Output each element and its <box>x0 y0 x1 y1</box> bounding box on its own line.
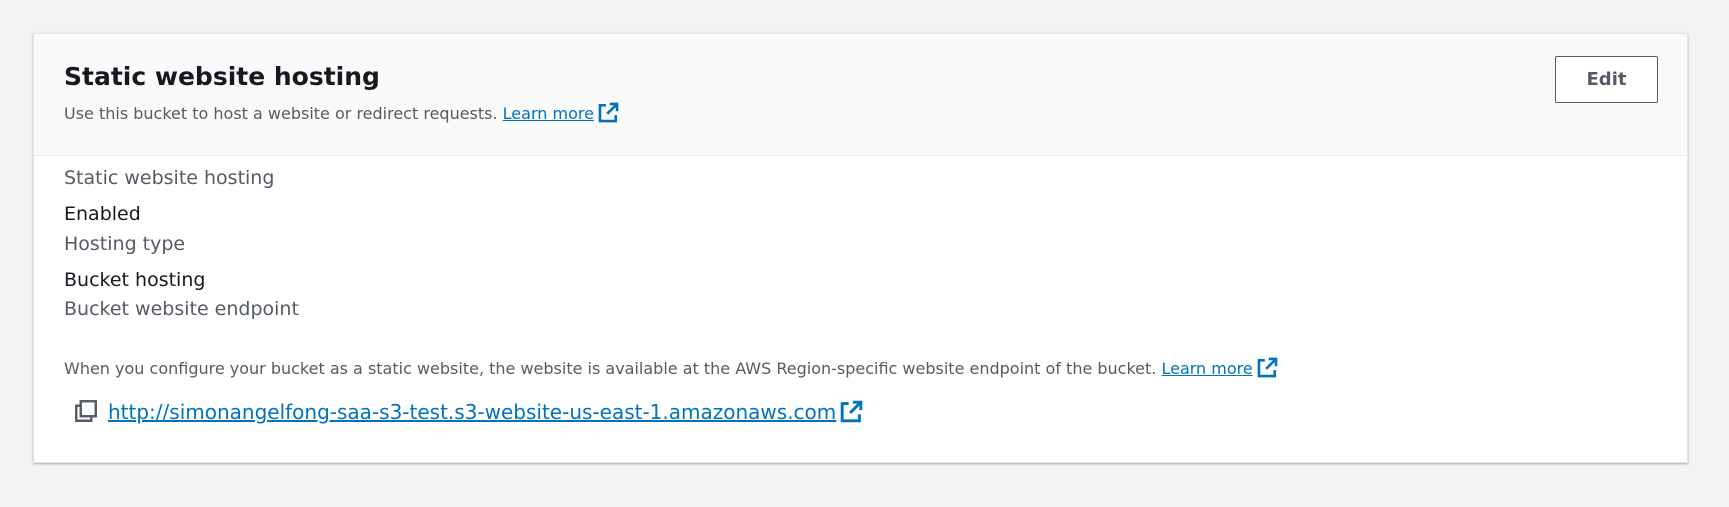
bucket-endpoint-row: http://simonangelfong-saa-s3-test.s3-web… <box>74 399 863 425</box>
endpoint-learn-more-link[interactable]: Learn more <box>1161 357 1278 378</box>
edit-button[interactable]: Edit <box>1555 56 1658 103</box>
bucket-endpoint-description-text: When you configure your bucket as a stat… <box>64 359 1157 378</box>
bucket-endpoint-description: When you configure your bucket as a stat… <box>64 357 1278 379</box>
copy-icon[interactable] <box>74 399 98 423</box>
panel-description-text: Use this bucket to host a website or red… <box>64 104 498 123</box>
bucket-endpoint-url-link[interactable]: http://simonangelfong-saa-s3-test.s3-web… <box>108 400 863 424</box>
hosting-status-label: Static website hosting <box>64 167 275 189</box>
hosting-status-value: Enabled <box>64 203 141 225</box>
hosting-type-value: Bucket hosting <box>64 269 206 291</box>
panel-description: Use this bucket to host a website or red… <box>64 102 619 124</box>
learn-more-link-label: Learn more <box>502 104 594 123</box>
static-website-hosting-panel: Static website hosting Use this bucket t… <box>33 33 1688 463</box>
hosting-type-label: Hosting type <box>64 233 186 255</box>
external-link-icon <box>841 400 863 423</box>
external-link-icon <box>1257 357 1278 378</box>
external-link-icon <box>598 102 619 123</box>
panel-header: Static website hosting Use this bucket t… <box>34 34 1687 156</box>
endpoint-learn-more-label: Learn more <box>1161 359 1253 378</box>
learn-more-link[interactable]: Learn more <box>502 102 619 123</box>
bucket-endpoint-url: http://simonangelfong-saa-s3-test.s3-web… <box>108 400 837 424</box>
bucket-endpoint-label: Bucket website endpoint <box>64 298 299 320</box>
panel-title: Static website hosting <box>64 62 380 91</box>
